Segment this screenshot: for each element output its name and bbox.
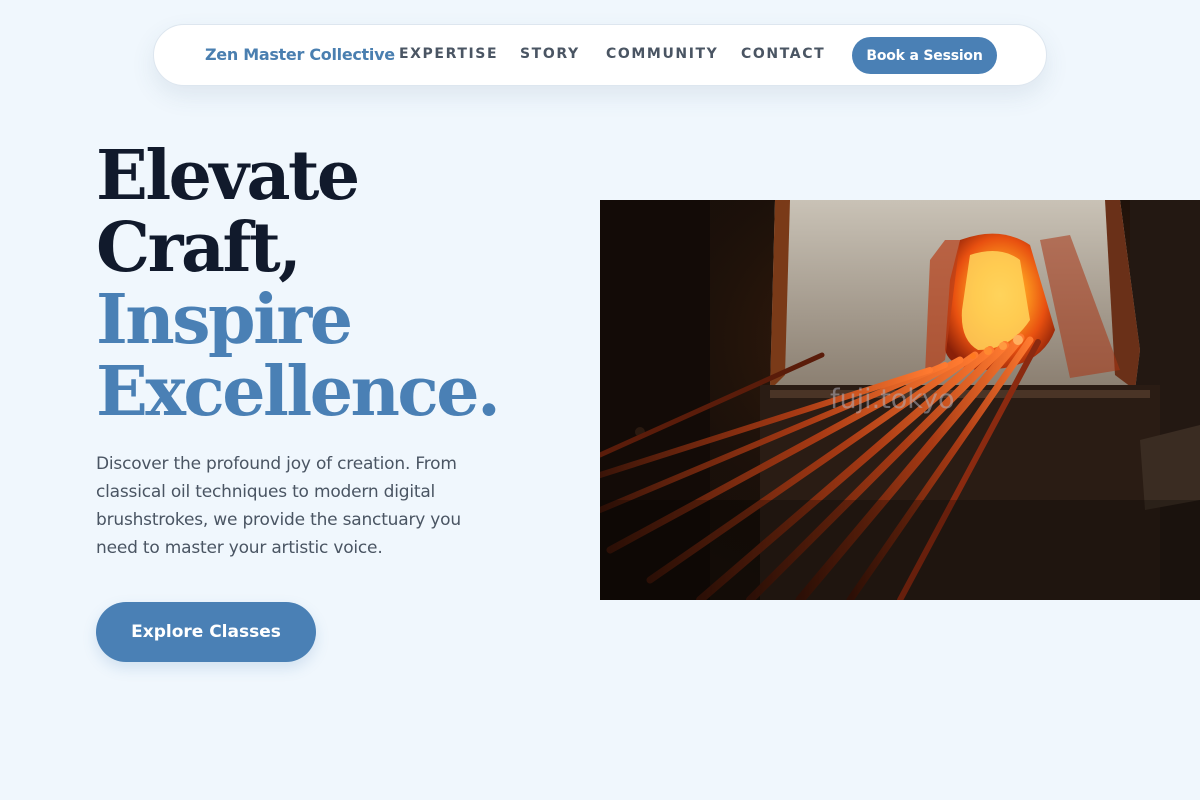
landing-page: Zen Master Collective EXPERTISE STORY CO… <box>0 0 1200 800</box>
hero-description: Discover the profound joy of creation. F… <box>96 454 461 558</box>
nav-link-contact[interactable]: CONTACT <box>741 46 825 62</box>
top-navigation: Zen Master Collective EXPERTISE STORY CO… <box>153 24 1047 86</box>
headline-line-inspire: Inspire <box>96 280 353 360</box>
image-watermark: fuji.tokyo <box>830 384 955 415</box>
hero-image-forge: fuji.tokyo <box>600 200 1200 600</box>
headline-line-elevate: Elevate <box>96 136 360 216</box>
nav-link-community[interactable]: COMMUNITY <box>606 46 718 62</box>
hero-headline: Elevate Craft, Inspire Excellence. <box>96 136 501 432</box>
headline-line-craft: Craft, <box>96 208 302 288</box>
headline-line-excellence: Excellence. <box>96 352 501 432</box>
nav-link-story[interactable]: STORY <box>520 46 580 62</box>
nav-link-expertise[interactable]: EXPERTISE <box>399 46 498 62</box>
brand-logo-link[interactable]: Zen Master Collective <box>205 45 395 64</box>
explore-classes-button[interactable]: Explore Classes <box>96 602 316 662</box>
book-session-button[interactable]: Book a Session <box>852 37 997 74</box>
